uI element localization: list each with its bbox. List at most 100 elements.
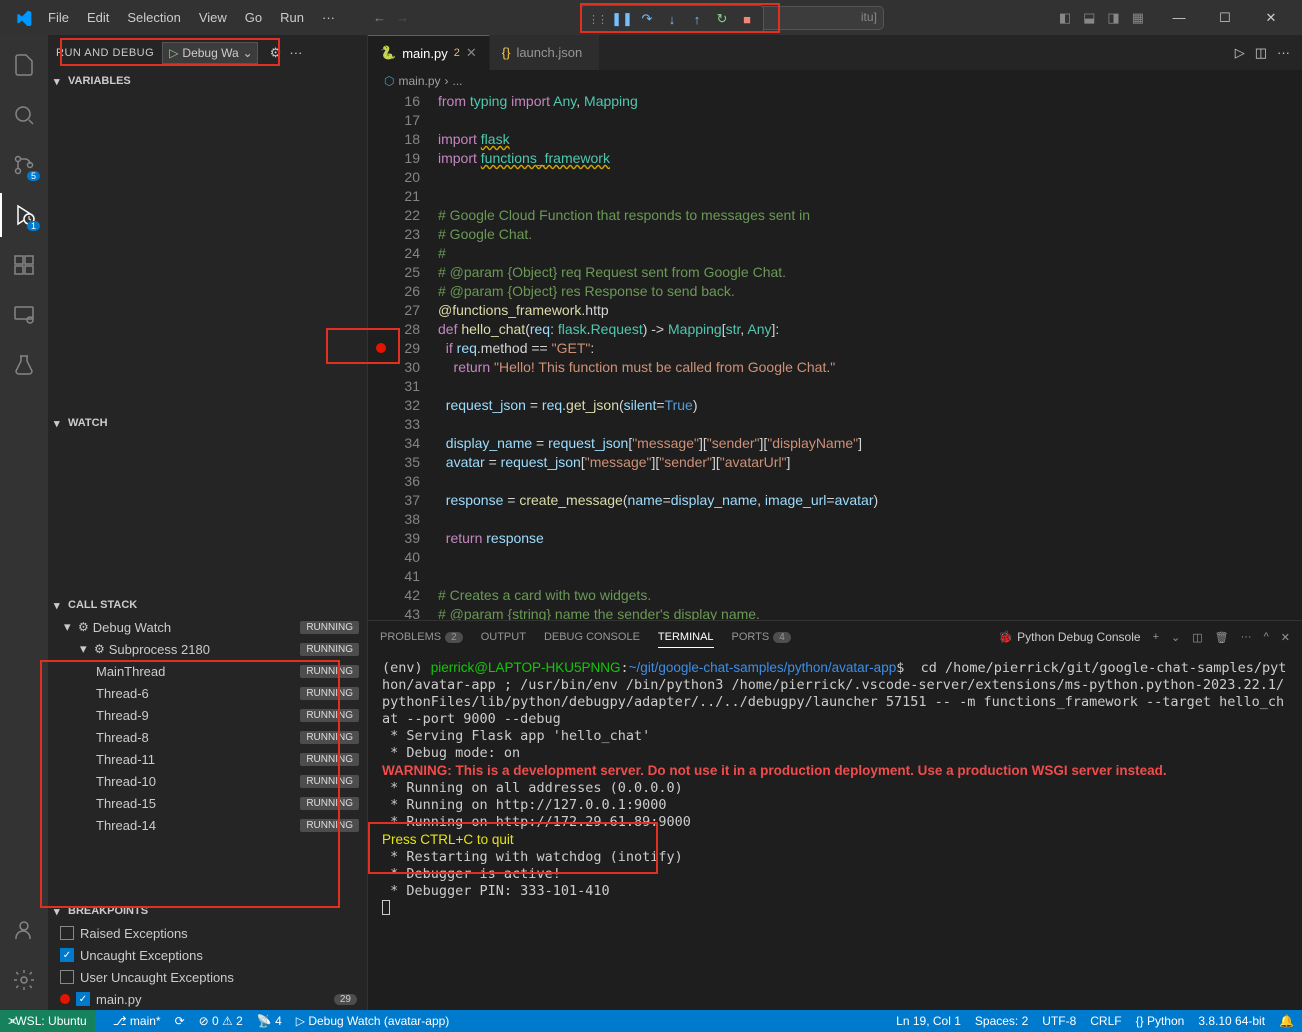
code-editor[interactable]: 1617181920212223242526272829303132333435… (368, 92, 1302, 620)
section-variables[interactable]: ▾VARIABLES (48, 70, 367, 92)
breakpoint-filter[interactable]: Raised Exceptions (48, 922, 367, 944)
section-callstack[interactable]: ▾CALL STACK (48, 594, 367, 616)
accounts-icon[interactable] (0, 908, 48, 952)
section-breakpoints[interactable]: ▾BREAKPOINTS (48, 900, 367, 922)
watch-body (48, 434, 367, 594)
status-item[interactable]: Ln 19, Col 1 (896, 1014, 961, 1028)
debug-config-dropdown[interactable]: ▷ Debug Wa ⌄ (162, 42, 258, 64)
running-badge: RUNNING (300, 819, 359, 832)
callstack-row[interactable]: ▾⚙Debug WatchRUNNING (48, 616, 367, 638)
nav-back-icon[interactable]: ← (373, 10, 386, 25)
debug-step-out-icon[interactable]: ↑ (685, 7, 709, 31)
maximize-panel-icon[interactable]: ^ (1264, 631, 1269, 643)
layout-grid-icon[interactable]: ▦ (1132, 10, 1144, 26)
panel-tab-ports[interactable]: PORTS4 (732, 627, 791, 647)
debug-grip-icon[interactable]: ⋮⋮ (585, 7, 609, 31)
status-item[interactable]: 3.8.10 64-bit (1198, 1014, 1265, 1028)
menu-go[interactable]: Go (237, 6, 270, 29)
run-debug-icon[interactable]: 1 (0, 193, 48, 237)
close-panel-icon[interactable]: ✕ (1281, 631, 1290, 644)
more-icon[interactable]: ··· (1241, 631, 1252, 643)
menu-run[interactable]: Run (272, 6, 312, 29)
breakpoint-filter[interactable]: User Uncaught Exceptions (48, 966, 367, 988)
layout-primary-icon[interactable]: ◧ (1059, 10, 1071, 26)
explorer-icon[interactable] (0, 43, 48, 87)
section-watch[interactable]: ▾WATCH (48, 412, 367, 434)
window-maximize[interactable]: ☐ (1202, 0, 1248, 35)
panel-tab-problems[interactable]: PROBLEMS2 (380, 627, 463, 647)
checkbox[interactable] (60, 926, 74, 940)
callstack-row[interactable]: Thread-10RUNNING (48, 770, 367, 792)
debug-restart-icon[interactable]: ↻ (710, 7, 734, 31)
status-ports[interactable]: 📡 4 (257, 1014, 282, 1028)
breakpoint-glyph[interactable] (376, 343, 386, 353)
status-item[interactable]: UTF-8 (1042, 1014, 1076, 1028)
split-terminal-icon[interactable]: ◫ (1192, 631, 1202, 644)
minimap[interactable] (1192, 92, 1302, 620)
callstack-row[interactable]: Thread-15RUNNING (48, 792, 367, 814)
terminal-selector[interactable]: 🐞 Python Debug Console (998, 630, 1140, 644)
status-item[interactable]: 🔔 (1279, 1014, 1294, 1028)
tab-launch-json[interactable]: {}launch.json (490, 35, 600, 70)
remote-explorer-icon[interactable] (0, 293, 48, 337)
menu-selection[interactable]: Selection (119, 6, 188, 29)
window-minimize[interactable]: — (1156, 0, 1202, 35)
more-icon[interactable]: ··· (1277, 45, 1290, 60)
breakpoint-file[interactable]: ✓main.py29 (48, 988, 367, 1010)
layout-panel-icon[interactable]: ⬓ (1083, 10, 1095, 26)
debug-step-over-icon[interactable]: ↷ (635, 7, 659, 31)
panel-tab-debug-console[interactable]: DEBUG CONSOLE (544, 627, 640, 647)
window-close[interactable]: ✕ (1248, 0, 1294, 35)
debug-pause-icon[interactable]: ❚❚ (610, 7, 634, 31)
debug-stop-icon[interactable]: ■ (735, 7, 759, 31)
extensions-icon[interactable] (0, 243, 48, 287)
status-debug[interactable]: ▷ Debug Watch (avatar-app) (296, 1014, 450, 1028)
status-item[interactable]: Spaces: 2 (975, 1014, 1028, 1028)
checkbox[interactable] (60, 970, 74, 984)
chevron-down-icon[interactable]: ⌄ (1171, 631, 1180, 644)
kill-terminal-icon[interactable]: 🗑 (1215, 631, 1229, 644)
layout-secondary-icon[interactable]: ◨ (1107, 10, 1119, 26)
running-badge: RUNNING (300, 643, 359, 656)
checkbox[interactable]: ✓ (60, 948, 74, 962)
callstack-row[interactable]: Thread-11RUNNING (48, 748, 367, 770)
callstack-row[interactable]: MainThreadRUNNING (48, 660, 367, 682)
callstack-row[interactable]: Thread-8RUNNING (48, 726, 367, 748)
callstack-row[interactable]: ▾⚙Subprocess 2180RUNNING (48, 638, 367, 660)
new-terminal-icon[interactable]: + (1153, 631, 1159, 643)
settings-gear-icon[interactable] (0, 958, 48, 1002)
terminal-output[interactable]: (env) pierrick@LAPTOP-HKU5PNNG:~/git/goo… (368, 653, 1302, 1010)
breadcrumb[interactable]: ⬡ main.py › ... (368, 70, 1302, 92)
panel-tab-output[interactable]: OUTPUT (481, 627, 526, 647)
debug-settings-icon[interactable]: ⚙ (270, 45, 282, 61)
close-icon[interactable]: ✕ (466, 45, 477, 61)
menu-view[interactable]: View (191, 6, 235, 29)
more-icon[interactable]: ··· (289, 45, 302, 60)
callstack-row[interactable]: Thread-9RUNNING (48, 704, 367, 726)
tab-main-py[interactable]: 🐍main.py2✕ (368, 35, 490, 70)
split-icon[interactable]: ◫ (1255, 45, 1267, 61)
search-icon[interactable] (0, 93, 48, 137)
menu-file[interactable]: File (40, 6, 77, 29)
status-item[interactable]: CRLF (1090, 1014, 1121, 1028)
callstack-row[interactable]: Thread-14RUNNING (48, 814, 367, 836)
status-sync[interactable]: ⟳ (175, 1014, 185, 1028)
panel-tab-terminal[interactable]: TERMINAL (658, 627, 714, 648)
status-problems[interactable]: ⊘ 0 ⚠ 2 (199, 1014, 243, 1028)
debug-toolbar[interactable]: ⋮⋮ ❚❚ ↷ ↓ ↑ ↻ ■ (580, 5, 764, 33)
run-icon[interactable]: ▷ (1235, 45, 1245, 61)
checkbox[interactable]: ✓ (76, 992, 90, 1006)
menu-edit[interactable]: Edit (79, 6, 117, 29)
callstack-body: ▾⚙Debug WatchRUNNING▾⚙Subprocess 2180RUN… (48, 616, 367, 900)
remote-indicator[interactable]: >< WSL: Ubuntu (0, 1010, 95, 1032)
nav-fwd-icon[interactable]: → (396, 10, 409, 25)
menu-···[interactable]: ··· (314, 6, 343, 29)
callstack-row[interactable]: Thread-6RUNNING (48, 682, 367, 704)
debug-step-into-icon[interactable]: ↓ (660, 7, 684, 31)
status-branch[interactable]: ⎇ main* (113, 1014, 161, 1028)
start-debug-icon[interactable]: ▷ (169, 46, 178, 60)
status-item[interactable]: {} Python (1136, 1014, 1185, 1028)
testing-icon[interactable] (0, 343, 48, 387)
breakpoint-filter[interactable]: ✓Uncaught Exceptions (48, 944, 367, 966)
source-control-icon[interactable]: 5 (0, 143, 48, 187)
